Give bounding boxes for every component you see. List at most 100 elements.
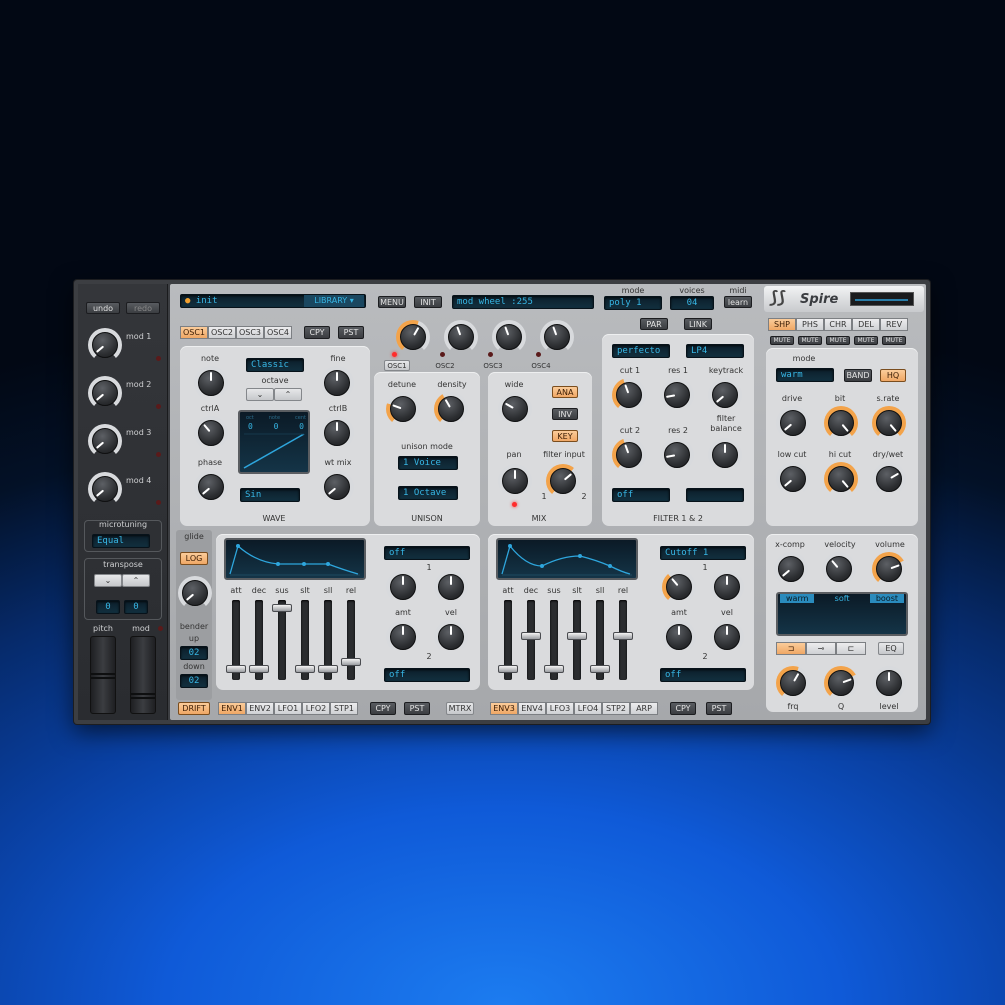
- fx-band-button[interactable]: BAND: [844, 369, 872, 382]
- tab-fx-delay[interactable]: DEL: [852, 318, 880, 331]
- slider-handle[interactable]: [226, 665, 246, 673]
- wt-mix-knob[interactable]: [320, 470, 354, 504]
- library-dropdown[interactable]: LIBRARY ▾: [304, 295, 364, 307]
- slider-handle[interactable]: [567, 632, 587, 640]
- microtuning-display[interactable]: Equal: [92, 534, 150, 548]
- unison-voices-display[interactable]: 1 Voice: [398, 456, 458, 470]
- init-button[interactable]: INIT: [414, 296, 442, 308]
- mod-1-knob[interactable]: [88, 328, 122, 362]
- waveform-display[interactable]: oct note cent 000: [238, 410, 310, 474]
- eq-q-knob[interactable]: [824, 666, 858, 700]
- midi-learn-button[interactable]: learn: [724, 296, 752, 308]
- tab-env2[interactable]: ENV2: [246, 702, 274, 715]
- filter2-mode-display[interactable]: [686, 488, 744, 502]
- velocity-knob[interactable]: [822, 552, 856, 586]
- tab-env3[interactable]: ENV3: [490, 702, 518, 715]
- srate-knob[interactable]: [872, 406, 906, 440]
- octave-up-button[interactable]: ⌃: [274, 388, 302, 401]
- mode-display[interactable]: poly 1: [604, 296, 662, 310]
- tab-osc3[interactable]: OSC3: [236, 326, 264, 339]
- transpose-up-button[interactable]: ⌃: [122, 574, 150, 587]
- eq-mode-boost[interactable]: boost: [869, 594, 904, 603]
- env-env1-slt-slider[interactable]: [295, 600, 315, 680]
- wide-knob[interactable]: [498, 392, 532, 426]
- tab-env1[interactable]: ENV1: [218, 702, 246, 715]
- fx-hq-button[interactable]: HQ: [880, 369, 906, 382]
- undo-button[interactable]: undo: [86, 302, 120, 314]
- tab-stp2[interactable]: STP2: [602, 702, 630, 715]
- parameter-display[interactable]: mod wheel :255: [452, 295, 594, 309]
- transpose-down-button[interactable]: ⌄: [94, 574, 122, 587]
- bender-down-display[interactable]: 02: [180, 674, 208, 688]
- res2-knob[interactable]: [660, 438, 694, 472]
- osc3-select[interactable]: OSC3: [480, 361, 506, 371]
- slider-handle[interactable]: [613, 632, 633, 640]
- filter-parallel-button[interactable]: PAR: [640, 318, 668, 330]
- mute-shaper-button[interactable]: MUTE: [770, 336, 794, 345]
- env-env2-rel-slider[interactable]: [613, 600, 633, 680]
- osc4-level-knob[interactable]: [540, 320, 574, 354]
- tab-stp1[interactable]: STP1: [330, 702, 358, 715]
- eq-peak-button[interactable]: ⊸: [806, 642, 836, 655]
- tab-lfo1[interactable]: LFO1: [274, 702, 302, 715]
- mute-reverb-button[interactable]: MUTE: [882, 336, 906, 345]
- dry-wet-knob[interactable]: [872, 462, 906, 496]
- glide-log-button[interactable]: LOG: [180, 552, 208, 565]
- octave-down-button[interactable]: ⌄: [246, 388, 274, 401]
- osc-paste-button[interactable]: PST: [338, 326, 364, 339]
- slider-handle[interactable]: [590, 665, 610, 673]
- env1-amt2-knob[interactable]: [386, 620, 420, 654]
- fine-knob[interactable]: [320, 366, 354, 400]
- env-env2-sus-slider[interactable]: [544, 600, 564, 680]
- mod-3-knob[interactable]: [88, 424, 122, 458]
- tab-fx-phaser[interactable]: PHS: [796, 318, 824, 331]
- bender-up-display[interactable]: 02: [180, 646, 208, 660]
- mod-2-knob[interactable]: [88, 376, 122, 410]
- tab-fx-chorus[interactable]: CHR: [824, 318, 852, 331]
- slider-handle[interactable]: [521, 632, 541, 640]
- mod-left-copy-button[interactable]: CPY: [370, 702, 396, 715]
- env1-display[interactable]: [224, 538, 366, 580]
- env-env1-sus-slider[interactable]: [272, 600, 292, 680]
- pitch-wheel[interactable]: [90, 636, 116, 714]
- filter1-mode-display[interactable]: off: [612, 488, 670, 502]
- detune-knob[interactable]: [386, 392, 420, 426]
- volume-knob[interactable]: [872, 552, 906, 586]
- tab-lfo4[interactable]: LFO4: [574, 702, 602, 715]
- bit-knob[interactable]: [824, 406, 858, 440]
- fx-mode-display[interactable]: warm: [776, 368, 834, 382]
- tab-lfo2[interactable]: LFO2: [302, 702, 330, 715]
- drive-knob[interactable]: [776, 406, 810, 440]
- transpose-semitone-display[interactable]: 0: [124, 600, 148, 614]
- slider-handle[interactable]: [498, 665, 518, 673]
- mute-chorus-button[interactable]: MUTE: [826, 336, 850, 345]
- low-cut-knob[interactable]: [776, 462, 810, 496]
- env-env1-dec-slider[interactable]: [249, 600, 269, 680]
- env3-display[interactable]: [496, 538, 638, 580]
- menu-button[interactable]: MENU: [378, 296, 406, 308]
- eq-frequency-knob[interactable]: [776, 666, 810, 700]
- filter2-type-display[interactable]: LP4: [686, 344, 744, 358]
- env-env2-dec-slider[interactable]: [521, 600, 541, 680]
- key-button[interactable]: KEY: [552, 430, 578, 442]
- pan-knob[interactable]: [498, 464, 532, 498]
- env3-vel1-knob[interactable]: [710, 570, 744, 604]
- env-env2-slt-slider[interactable]: [567, 600, 587, 680]
- note-knob[interactable]: [194, 366, 228, 400]
- env3-dest2-display[interactable]: off: [660, 668, 746, 682]
- mod-right-copy-button[interactable]: CPY: [670, 702, 696, 715]
- tab-osc2[interactable]: OSC2: [208, 326, 236, 339]
- eq-highshelf-button[interactable]: ⊏: [836, 642, 866, 655]
- ctrla-knob[interactable]: [194, 416, 228, 450]
- slider-handle[interactable]: [341, 658, 361, 666]
- tab-lfo3[interactable]: LFO3: [546, 702, 574, 715]
- slider-handle[interactable]: [295, 665, 315, 673]
- env1-vel1-knob[interactable]: [434, 570, 468, 604]
- env3-amt2-knob[interactable]: [662, 620, 696, 654]
- eq-lowshelf-button[interactable]: ⊐: [776, 642, 806, 655]
- tab-osc4[interactable]: OSC4: [264, 326, 292, 339]
- env3-vel2-knob[interactable]: [710, 620, 744, 654]
- hi-cut-knob[interactable]: [824, 462, 858, 496]
- tab-env4[interactable]: ENV4: [518, 702, 546, 715]
- env1-dest1-display[interactable]: off: [384, 546, 470, 560]
